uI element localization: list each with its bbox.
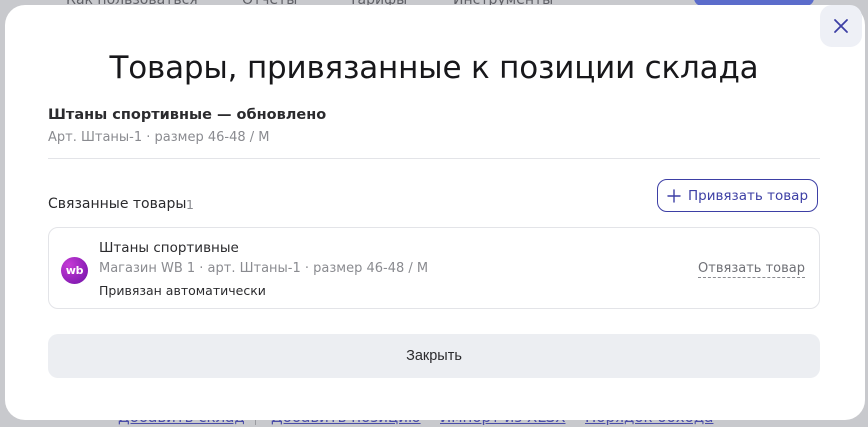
unlink-product-link[interactable]: Отвязать товар (698, 261, 805, 278)
related-products-count: 1 (186, 197, 194, 212)
modal-close-button[interactable] (820, 5, 862, 47)
warehouse-item-details: Арт. Штаны-1 · размер 46-48 / M (48, 130, 270, 145)
linked-product-status: Привязан автоматически (99, 283, 266, 298)
warehouse-item-name: Штаны спортивные — обновлено (48, 107, 327, 123)
plus-icon (667, 188, 681, 203)
linked-product-card: wb Штаны спортивные Магазин WB 1 · арт. … (48, 227, 820, 309)
divider (48, 158, 820, 159)
close-modal-button[interactable]: Закрыть (48, 334, 820, 378)
link-product-label: Привязать товар (687, 187, 809, 204)
linked-product-meta: Магазин WB 1 · арт. Штаны-1 · размер 46-… (99, 261, 429, 276)
linked-product-name: Штаны спортивные (99, 240, 239, 256)
link-product-button[interactable]: Привязать товар (657, 179, 818, 212)
wildberries-logo-icon: wb (61, 257, 88, 284)
related-products-label: Связанные товары (48, 196, 187, 212)
modal-title: Товары, привязанные к позиции склада (109, 50, 759, 86)
close-icon (834, 19, 848, 33)
